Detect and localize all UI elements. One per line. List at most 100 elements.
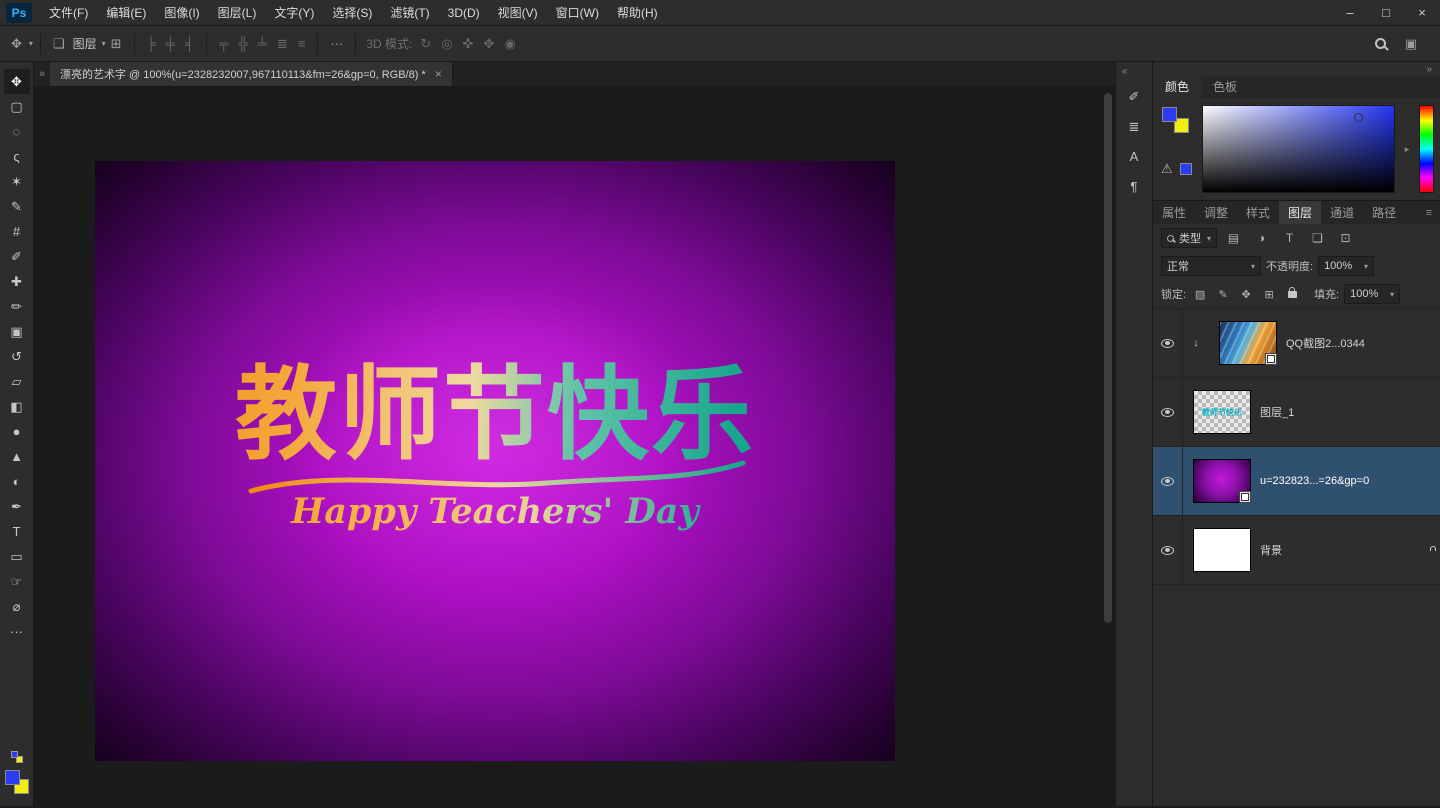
menu-select[interactable]: 选择(S) <box>323 0 381 26</box>
paragraph-panel-icon[interactable]: ¶ <box>1120 173 1148 200</box>
opacity-field[interactable]: 100% ▾ <box>1318 256 1374 276</box>
foreground-color-swatch[interactable] <box>5 770 20 785</box>
active-tool-icon[interactable]: ✥ <box>6 36 27 52</box>
visibility-toggle[interactable] <box>1153 447 1183 515</box>
hand-tool[interactable]: ☞ <box>4 569 30 594</box>
lock-transparent-pixels-icon[interactable]: ▨ <box>1191 285 1209 303</box>
3d-slide-icon[interactable]: ✥ <box>479 36 500 52</box>
menu-view[interactable]: 视图(V) <box>489 0 547 26</box>
layer-row-qq-screenshot[interactable]: ↓ QQ截图2...0344 <box>1153 309 1440 378</box>
menu-3d[interactable]: 3D(D) <box>439 0 489 26</box>
gradient-tool[interactable]: ◧ <box>4 394 30 419</box>
visibility-toggle[interactable] <box>1153 378 1183 446</box>
color-picker-cursor[interactable] <box>1354 113 1363 122</box>
collapse-panels-chevron-icon[interactable]: » <box>1426 64 1432 75</box>
history-brush-tool[interactable]: ↺ <box>4 344 30 369</box>
tab-channels[interactable]: 通道 <box>1321 201 1363 224</box>
layer-thumbnail[interactable] <box>1193 528 1251 572</box>
3d-scale-icon[interactable]: ◉ <box>499 36 520 52</box>
layer-thumbnail[interactable] <box>1193 459 1251 503</box>
3d-rotate-icon[interactable]: ↻ <box>415 36 436 52</box>
dodge-tool[interactable]: ◐ <box>4 469 30 494</box>
document-artwork[interactable]: 教师节快乐 Happy Teachers' Day <box>95 161 895 761</box>
more-options-icon[interactable]: ··· <box>325 36 348 51</box>
canvas-area[interactable]: 教师节快乐 Happy Teachers' Day <box>34 87 1115 806</box>
restore-button[interactable]: □ <box>1368 0 1404 26</box>
tab-swatches[interactable]: 色板 <box>1201 76 1249 98</box>
rectangle-tool[interactable]: ▭ <box>4 544 30 569</box>
menu-edit[interactable]: 编辑(E) <box>97 0 155 26</box>
filter-adjustment-layers-icon[interactable]: ◑ <box>1250 228 1273 248</box>
eraser-tool[interactable]: ▱ <box>4 369 30 394</box>
clone-stamp-tool[interactable]: ▣ <box>4 319 30 344</box>
menu-layer[interactable]: 图层(L) <box>209 0 266 26</box>
transform-controls-icon[interactable]: ⊞ <box>106 36 127 52</box>
visibility-toggle[interactable] <box>1153 309 1183 377</box>
blend-mode-dropdown[interactable]: 正常 ▾ <box>1161 256 1261 276</box>
default-colors-icon[interactable] <box>11 751 23 763</box>
spot-healing-brush-tool[interactable]: ✚ <box>4 269 30 294</box>
align-right-icon[interactable]: ╡ <box>180 36 199 51</box>
color-picker-field[interactable] <box>1202 105 1395 193</box>
color-panel-foreground-swatch[interactable] <box>1162 107 1177 122</box>
3d-drag-icon[interactable]: ✜ <box>458 36 479 52</box>
document-tab[interactable]: 漂亮的艺术字 @ 100%(u=2328232007,967110113&fm=… <box>50 62 453 86</box>
align-bottom-icon[interactable]: ╧ <box>253 36 272 51</box>
sharpen-tool[interactable]: ▲ <box>4 444 30 469</box>
zoom-tool[interactable]: ⌀ <box>4 594 30 619</box>
layer-row-purple-background[interactable]: u=232823...=26&gp=0 <box>1153 447 1440 516</box>
auto-select-target-dropdown[interactable]: 图层 <box>70 35 100 52</box>
distribute-vertical-icon[interactable]: ≣ <box>272 36 293 52</box>
align-top-icon[interactable]: ╤ <box>214 36 233 51</box>
lock-position-icon[interactable]: ✥ <box>1237 285 1255 303</box>
tab-color[interactable]: 颜色 <box>1153 76 1201 98</box>
type-tool[interactable]: T <box>4 519 30 544</box>
magic-wand-tool[interactable]: ✶ <box>4 169 30 194</box>
workspace-switcher-icon[interactable]: ▣ <box>1400 36 1422 52</box>
blur-tool[interactable]: ● <box>4 419 30 444</box>
close-button[interactable]: × <box>1404 0 1440 26</box>
tab-paths[interactable]: 路径 <box>1363 201 1405 224</box>
tab-layers[interactable]: 图层 <box>1279 201 1321 224</box>
expand-panels-chevron-icon[interactable]: « <box>1116 66 1128 80</box>
menu-filter[interactable]: 滤镜(T) <box>381 0 438 26</box>
brush-tool[interactable]: ✏ <box>4 294 30 319</box>
brush-settings-icon[interactable]: ✐ <box>1120 83 1148 110</box>
menu-help[interactable]: 帮助(H) <box>608 0 667 26</box>
tab-adjustments[interactable]: 调整 <box>1195 201 1237 224</box>
lock-image-pixels-icon[interactable]: ✎ <box>1214 285 1232 303</box>
scrollbar-thumb[interactable] <box>1104 93 1112 623</box>
lasso-tool[interactable]: ς <box>4 144 30 169</box>
visibility-toggle[interactable] <box>1153 516 1183 584</box>
fill-field[interactable]: 100% ▾ <box>1344 284 1400 304</box>
align-middle-icon[interactable]: ╬ <box>233 36 252 51</box>
eyedropper-tool[interactable]: ✐ <box>4 244 30 269</box>
3d-roll-icon[interactable]: ◎ <box>436 36 457 52</box>
vertical-scrollbar[interactable] <box>1102 91 1113 791</box>
edit-toolbar-icon[interactable]: ··· <box>4 619 30 644</box>
panel-menu-icon[interactable]: ≡ <box>1418 201 1440 224</box>
tool-preset-arrow-icon[interactable]: ▾ <box>29 39 33 48</box>
minimize-button[interactable]: – <box>1332 0 1368 26</box>
distribute-horizontal-icon[interactable]: ≡ <box>293 36 311 51</box>
layer-row-background[interactable]: 背景 <box>1153 516 1440 585</box>
layer-filter-dropdown[interactable]: 类型 ▾ <box>1161 228 1217 248</box>
filter-pixel-layers-icon[interactable]: ▤ <box>1222 228 1245 248</box>
rectangular-marquee-tool[interactable]: ▢ <box>4 94 30 119</box>
filter-type-layers-icon[interactable]: T <box>1278 228 1301 248</box>
filter-shape-layers-icon[interactable]: ❏ <box>1306 228 1329 248</box>
menu-image[interactable]: 图像(I) <box>155 0 208 26</box>
move-tool[interactable]: ✥ <box>4 69 30 94</box>
auto-select-icon[interactable]: ❏ <box>48 36 70 52</box>
layer-thumbnail[interactable] <box>1219 321 1277 365</box>
tab-styles[interactable]: 样式 <box>1237 201 1279 224</box>
menu-file[interactable]: 文件(F) <box>40 0 97 26</box>
lock-artboard-icon[interactable]: ⊞ <box>1260 285 1278 303</box>
menu-type[interactable]: 文字(Y) <box>265 0 323 26</box>
quick-selection-tool[interactable]: ✎ <box>4 194 30 219</box>
layer-row-text[interactable]: 教师节快乐 图层_1 <box>1153 378 1440 447</box>
search-icon[interactable] <box>1375 38 1386 49</box>
tab-properties[interactable]: 属性 <box>1153 201 1195 224</box>
crop-tool[interactable]: # <box>4 219 30 244</box>
web-safe-color-swatch[interactable] <box>1180 163 1192 175</box>
